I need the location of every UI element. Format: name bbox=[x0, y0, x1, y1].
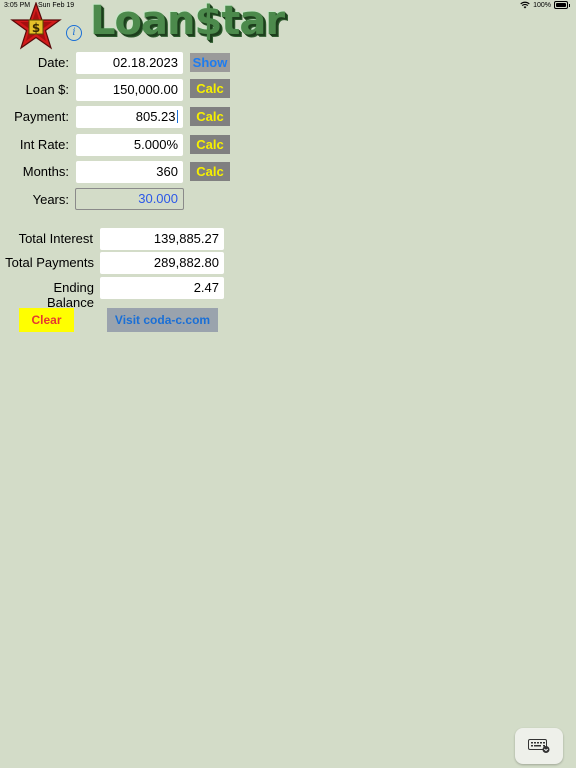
keyboard-icon bbox=[528, 739, 550, 753]
months-field[interactable]: 360 bbox=[76, 161, 183, 183]
date-label: Date: bbox=[37, 55, 69, 70]
ending-balance-value: 2.47 bbox=[100, 277, 224, 299]
calc-months-button[interactable]: Calc bbox=[190, 162, 230, 181]
wifi-icon bbox=[520, 1, 530, 9]
payment-label: Payment: bbox=[14, 109, 69, 124]
clear-button[interactable]: Clear bbox=[19, 308, 74, 332]
years-field: 30.000 bbox=[75, 188, 184, 210]
rate-field[interactable]: 5.000% bbox=[76, 134, 183, 156]
total-interest-value: 139,885.27 bbox=[100, 228, 224, 250]
date-field[interactable]: 02.18.2023 bbox=[76, 52, 183, 74]
keyboard-toggle-button[interactable] bbox=[515, 728, 563, 764]
rate-label: Int Rate: bbox=[19, 137, 69, 152]
calc-payment-button[interactable]: Calc bbox=[190, 107, 230, 126]
ending-balance-label: Ending Balance bbox=[47, 280, 94, 310]
calc-loan-button[interactable]: Calc bbox=[190, 79, 230, 98]
battery-icon bbox=[554, 1, 568, 9]
star-logo-icon: $ bbox=[10, 2, 62, 50]
total-payments-label: Total Payments bbox=[5, 255, 94, 270]
info-icon[interactable]: i bbox=[66, 25, 82, 41]
calc-rate-button[interactable]: Calc bbox=[190, 135, 230, 154]
total-payments-value: 289,882.80 bbox=[100, 252, 224, 274]
text-caret bbox=[176, 110, 178, 123]
payment-value: 805.23 bbox=[135, 109, 176, 124]
svg-text:$: $ bbox=[32, 21, 40, 35]
status-right: 100% bbox=[520, 1, 570, 9]
app-logo: Loan$tar bbox=[90, 0, 285, 44]
loan-label: Loan $: bbox=[25, 82, 69, 97]
loan-field[interactable]: 150,000.00 bbox=[76, 79, 183, 101]
months-label: Months: bbox=[22, 164, 69, 179]
show-button[interactable]: Show bbox=[190, 53, 230, 72]
total-interest-label: Total Interest bbox=[18, 231, 93, 246]
years-label: Years: bbox=[32, 192, 69, 207]
battery-percent: 100% bbox=[533, 1, 551, 9]
visit-website-button[interactable]: Visit coda-c.com bbox=[107, 308, 218, 332]
payment-field[interactable]: 805.23 bbox=[76, 106, 183, 128]
